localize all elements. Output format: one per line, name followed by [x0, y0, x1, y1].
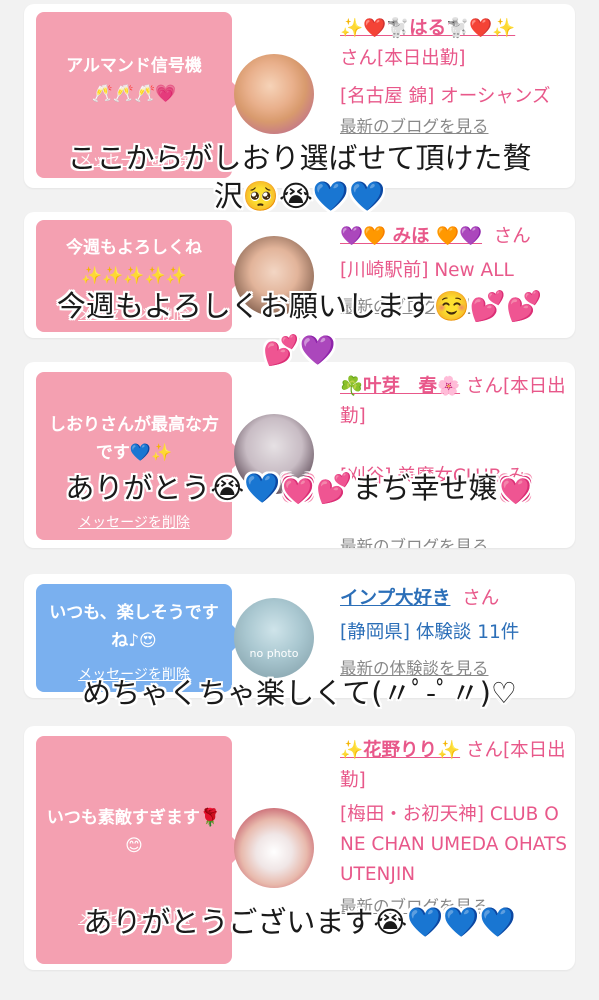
- shop-location-link[interactable]: [名古屋 錦] オーシャンズ: [340, 82, 568, 112]
- overlay-caption: 沢🥺😭💙💙: [213, 179, 386, 213]
- overlay-caption: 今週もよろしくお願いします☺️💕💕: [56, 289, 543, 323]
- girl-name-link[interactable]: ☘️叶芽 春🌸: [340, 376, 460, 397]
- girl-name-link[interactable]: ✨花野りり✨: [340, 740, 460, 761]
- message-text: いつも素敵すぎます🌹😊: [46, 808, 222, 856]
- message-card: しおりさんが最高な方です💙✨ メッセージを削除 ☘️叶芽 春🌸 さん[本日出勤]…: [24, 362, 575, 548]
- message-text: いつも、楽しそうですね♪😍: [49, 603, 219, 651]
- avatar[interactable]: [234, 54, 314, 134]
- shop-location-link[interactable]: [川崎駅前] New ALL: [340, 256, 568, 286]
- delete-message-link[interactable]: メッセージを削除: [36, 514, 232, 532]
- overlay-caption: 💕💜: [263, 333, 336, 367]
- latest-blog-link[interactable]: 最新のブログを見る: [340, 112, 568, 142]
- message-emoji: ✨✨✨✨✨: [81, 266, 187, 286]
- status-text: さん[本日出勤]: [340, 48, 466, 69]
- message-text: 今週もよろしくね: [66, 238, 202, 258]
- status-text: さん: [462, 588, 500, 609]
- shop-location-link[interactable]: [梅田・お初天神] CLUB ONE CHAN UMEDA OHATSUTENJ…: [340, 800, 568, 890]
- overlay-caption: めちゃくちゃ楽しくて(〃ﾟ-ﾟ〃)♡: [82, 676, 517, 710]
- overlay-caption: ここからがしおり選ばせて頂けた贅: [67, 141, 532, 175]
- overlay-caption: ありがとう😭💙💓💕まぢ幸せ嬢💓: [65, 471, 534, 505]
- no-photo-label: no photo: [249, 647, 299, 660]
- region-link[interactable]: [静岡県] 体験談 11件: [340, 618, 568, 648]
- latest-blog-link[interactable]: 最新のブログを見る: [340, 532, 568, 548]
- status-text: さん: [493, 226, 531, 247]
- avatar[interactable]: [234, 808, 314, 888]
- girl-name-link[interactable]: 💜🧡 みほ 🧡💜: [340, 226, 482, 247]
- girl-name-link[interactable]: ✨❤️🐩はる🐩❤️✨: [340, 14, 568, 44]
- message-text: しおりさんが最高な方です💙✨: [49, 415, 219, 463]
- message-text: アルマンド信号機: [66, 56, 202, 76]
- user-name-link[interactable]: インプ大好き: [340, 588, 450, 609]
- avatar[interactable]: no photo: [234, 598, 314, 678]
- overlay-caption: ありがとうございます😭💙💙💙: [83, 905, 516, 939]
- message-emoji: 🥂🥂🥂💗: [91, 84, 177, 104]
- message-bubble: しおりさんが最高な方です💙✨ メッセージを削除: [36, 372, 245, 540]
